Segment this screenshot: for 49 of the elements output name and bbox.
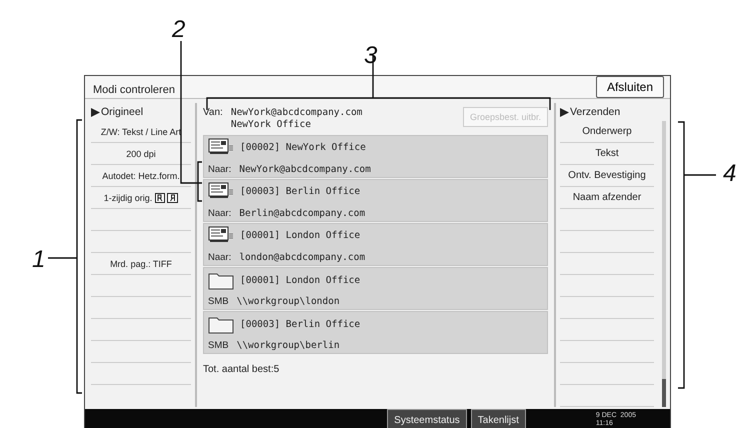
destination-address: NewYork@abcdcompany.com [239,164,371,175]
envelope-icon [208,182,234,200]
scroll-thumb[interactable] [662,379,666,407]
destination-type: SMB [208,296,229,307]
sender-label: Van: [203,107,223,118]
destination-type: SMB [208,340,229,351]
status-button[interactable]: Systeemstatus [387,409,467,428]
destination-title: [00001] London Office [240,230,360,240]
setting-item[interactable]: 1-zijdig orig. [104,192,152,202]
callout-number: 2 [172,16,186,44]
destination-address: \\workgroup\berlin [236,340,340,351]
destination-title: [00003] Berlin Office [240,318,360,330]
destination-type: Naar: [208,252,232,263]
destination-entry[interactable]: [00002] NewYork Office Naar: NewYork@abcdcompany.com [203,135,548,178]
setting-item[interactable]: 200 dpi [126,148,156,158]
close-button[interactable]: Afsluiten [596,76,664,98]
destination-total: Tot. aantal best:5 [203,364,280,375]
screen-title: Modi controleren [93,83,175,96]
destination-address: Berlin@abcdcompany.com [239,208,366,219]
setting-item[interactable]: Naam afzender [572,192,642,203]
destination-entry[interactable]: [00001] London Office Naar: london@abcdcompany.com [203,223,548,266]
destination-type: Naar: [208,208,232,219]
panel-heading[interactable]: Verzenden [570,106,620,118]
destination-address: \\workgroup\london [236,296,340,307]
status-button[interactable]: Takenlijst [470,409,526,428]
callout-number: 1 [32,246,46,274]
setting-item[interactable]: Ontv. Bevestiging [568,170,646,181]
sender-name: NewYork Office [230,119,312,131]
destination-title: [00002] NewYork Office [240,142,366,152]
triangle-icon [560,108,569,116]
callout-number: 4 [723,160,736,188]
setting-item[interactable]: Tekst [595,148,619,159]
setting-item[interactable]: Autodet: Hetz.form. [102,170,180,180]
setting-item[interactable]: Z/W: Tekst / Line Art [100,126,182,136]
scroll-bar[interactable] [662,121,666,407]
setting-item[interactable]: Onderwerp [582,126,632,137]
sender-address: NewYork@abcdcompany.com [230,107,364,119]
destination-type: Naar: [208,164,232,175]
envelope-icon [208,226,234,244]
envelope-icon [208,138,234,156]
destination-title: [00001] London Office [240,274,360,286]
destination-entry[interactable]: [00003] Berlin Office SMB \\workgroup\berlin [203,311,548,354]
destination-title: [00003] Berlin Office [240,186,360,196]
setting-item[interactable]: Mrd. pag.: TIFF [110,258,172,268]
destination-entry[interactable]: [00003] Berlin Office Naar: Berlin@abcdcompany.com [203,179,548,222]
triangle-icon [91,108,100,116]
destination-address: london@abcdcompany.com [239,252,366,263]
panel-heading[interactable]: Origineel [101,106,144,118]
destination-entry[interactable]: [00001] London Office SMB \\workgroup\london [203,267,548,310]
